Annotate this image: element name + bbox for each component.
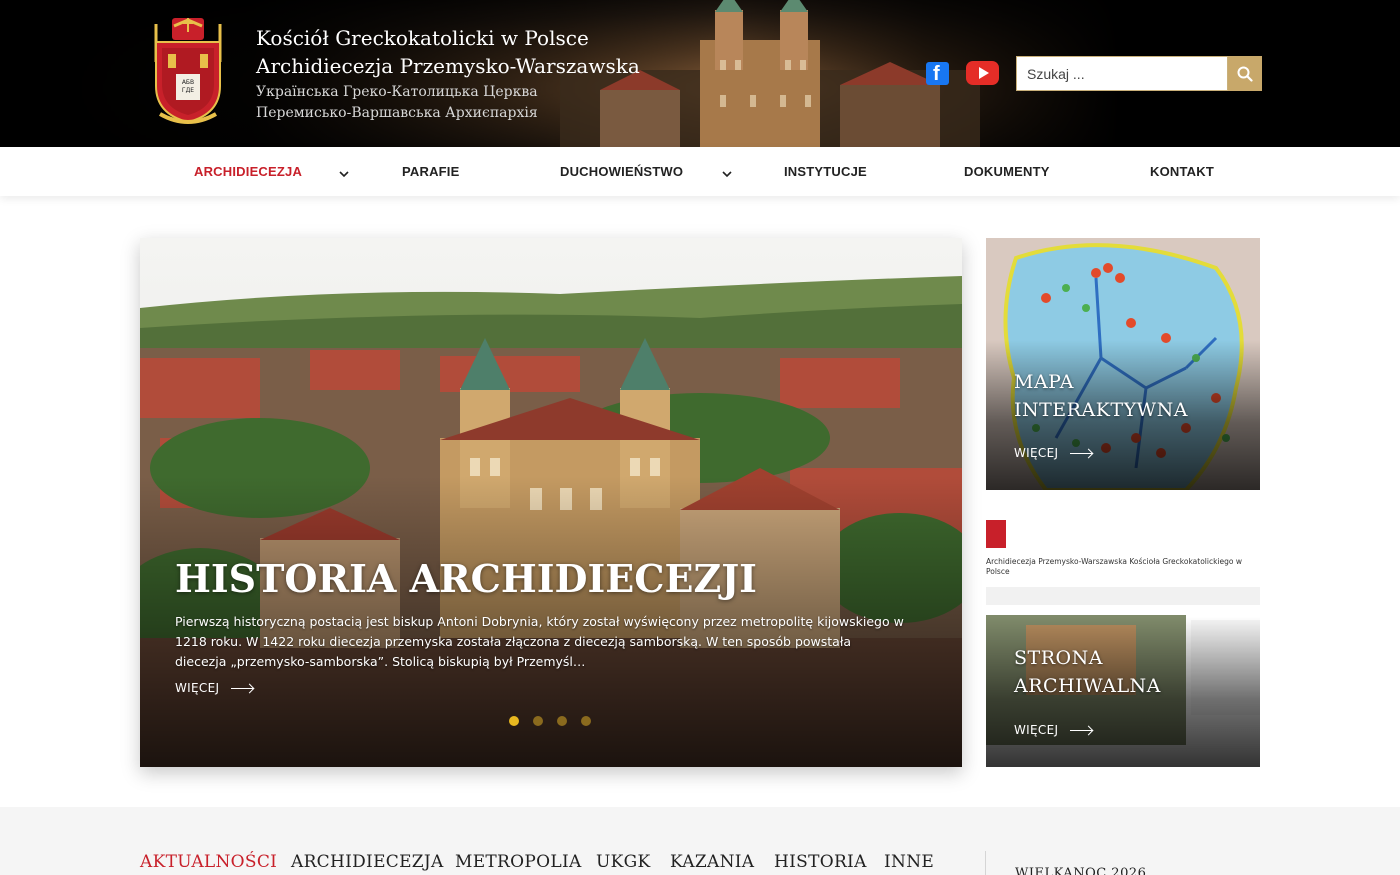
slider-dot-3[interactable] xyxy=(557,716,567,726)
search-form xyxy=(1016,56,1262,91)
slide-more-link[interactable]: WIĘCEJ xyxy=(175,681,254,695)
interactive-map-card[interactable]: MAPA INTERAKTYWNA WIĘCEJ xyxy=(986,238,1260,490)
search-input[interactable] xyxy=(1016,56,1228,91)
card-title[interactable]: STRONA ARCHIWALNA xyxy=(1014,644,1161,700)
nav-item-kontakt[interactable]: KONTAKT xyxy=(1150,164,1214,179)
tab-aktualnosci[interactable]: AKTUALNOŚCI xyxy=(140,852,277,872)
chevron-down-icon[interactable] xyxy=(722,169,732,179)
slider-dot-1[interactable] xyxy=(509,716,519,726)
slider-pagination xyxy=(509,716,591,726)
coat-of-arms-logo[interactable]: АБВ ГДЕ xyxy=(150,18,226,128)
youtube-icon[interactable] xyxy=(966,61,999,85)
site-header: АБВ ГДЕ Kościół Greckokatolicki w Polsce… xyxy=(0,0,1400,147)
tab-metropolia[interactable]: METROPOLIA xyxy=(455,852,582,872)
site-title-block: Kościół Greckokatolicki w Polsce Archidi… xyxy=(256,24,640,124)
tab-ukgk[interactable]: UKGK xyxy=(596,852,651,872)
slider-dot-2[interactable] xyxy=(533,716,543,726)
nav-item-parafie[interactable]: PARAFIE xyxy=(402,164,460,179)
site-subtitle-line2: Перемисько-Варшавська Архиєпархія xyxy=(256,105,538,121)
slide-excerpt: Pierwszą historyczną postacią jest bisku… xyxy=(175,614,904,669)
nav-item-instytucje[interactable]: INSTYTUCJE xyxy=(784,164,867,179)
slider-dot-4[interactable] xyxy=(581,716,591,726)
main-nav: ARCHIDIECEZJA PARAFIE DUCHOWIEŃSTWO INST… xyxy=(0,147,1400,196)
map-more-link[interactable]: WIĘCEJ xyxy=(1014,446,1093,460)
site-title-line1[interactable]: Kościół Greckokatolicki w Polsce xyxy=(256,24,640,52)
search-icon xyxy=(1237,66,1253,82)
nav-item-archidiecezja[interactable]: ARCHIDIECEZJA xyxy=(194,164,302,179)
hero-slide-image xyxy=(140,238,962,767)
tab-kazania[interactable]: KAZANIA xyxy=(670,852,754,872)
archive-more-label[interactable]: WIĘCEJ xyxy=(1014,723,1058,737)
chevron-down-icon[interactable] xyxy=(339,169,349,179)
slide-more-label[interactable]: WIĘCEJ xyxy=(175,681,219,695)
section-divider xyxy=(985,851,986,875)
facebook-icon[interactable]: f xyxy=(926,62,949,85)
tab-inne[interactable]: INNE xyxy=(884,852,934,872)
card-title-line1[interactable]: MAPA xyxy=(1014,368,1188,396)
nav-item-dokumenty[interactable]: DOKUMENTY xyxy=(964,164,1050,179)
archive-site-card[interactable]: Archidiecezja Przemysko-Warszawska Kości… xyxy=(986,515,1260,767)
slide-title[interactable]: HISTORIA ARCHIDIECEZJI xyxy=(175,556,757,601)
svg-text:АБВ: АБВ xyxy=(182,79,194,86)
tab-historia[interactable]: HISTORIA xyxy=(774,852,867,872)
card-title-line2[interactable]: ARCHIWALNA xyxy=(1014,672,1161,700)
nav-item-duchowienstwo[interactable]: DUCHOWIEŃSTWO xyxy=(560,164,683,179)
map-more-label[interactable]: WIĘCEJ xyxy=(1014,446,1058,460)
archive-preview-heading: Archidiecezja Przemysko-Warszawska Kości… xyxy=(986,557,1242,576)
card-title-line2[interactable]: INTERAKTYWNA xyxy=(1014,396,1188,424)
tab-archidiecezja[interactable]: ARCHIDIECEZJA xyxy=(291,852,444,872)
card-title[interactable]: MAPA INTERAKTYWNA xyxy=(1014,368,1188,424)
archive-more-link[interactable]: WIĘCEJ xyxy=(1014,723,1093,737)
svg-text:ГДЕ: ГДЕ xyxy=(182,87,194,94)
site-title-line2[interactable]: Archidiecezja Przemysko-Warszawska xyxy=(256,52,640,80)
sidebar-heading[interactable]: WIELKANOC 2026 xyxy=(1015,866,1146,875)
arrow-right-icon xyxy=(1070,452,1093,454)
arrow-right-icon xyxy=(1070,729,1093,731)
card-title-line1[interactable]: STRONA xyxy=(1014,644,1161,672)
site-subtitle-line1: Українська Греко-Католицька Церква xyxy=(256,84,538,100)
search-button[interactable] xyxy=(1228,56,1262,91)
arrow-right-icon xyxy=(231,687,254,689)
hero-slider[interactable]: HISTORIA ARCHIDIECEZJI Pierwszą historyc… xyxy=(140,238,962,767)
